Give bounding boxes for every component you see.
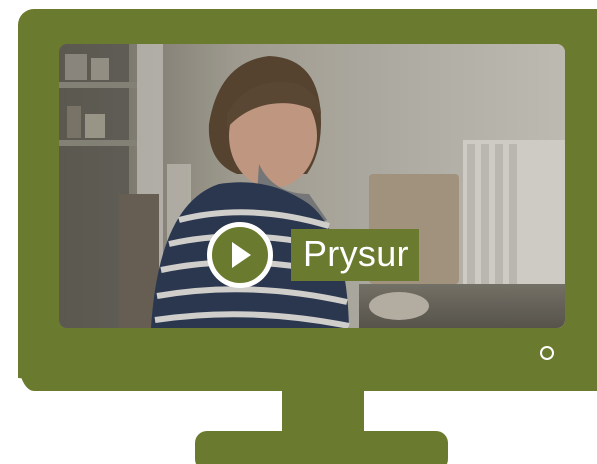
play-button[interactable]: Prysur bbox=[207, 222, 419, 288]
tv-stand-neck bbox=[282, 390, 364, 434]
tv-illustration: Prysur bbox=[0, 0, 597, 464]
play-label[interactable]: Prysur bbox=[291, 229, 419, 281]
tv-stand-base bbox=[195, 431, 448, 464]
play-icon[interactable] bbox=[207, 222, 273, 288]
power-indicator-icon bbox=[540, 346, 554, 360]
